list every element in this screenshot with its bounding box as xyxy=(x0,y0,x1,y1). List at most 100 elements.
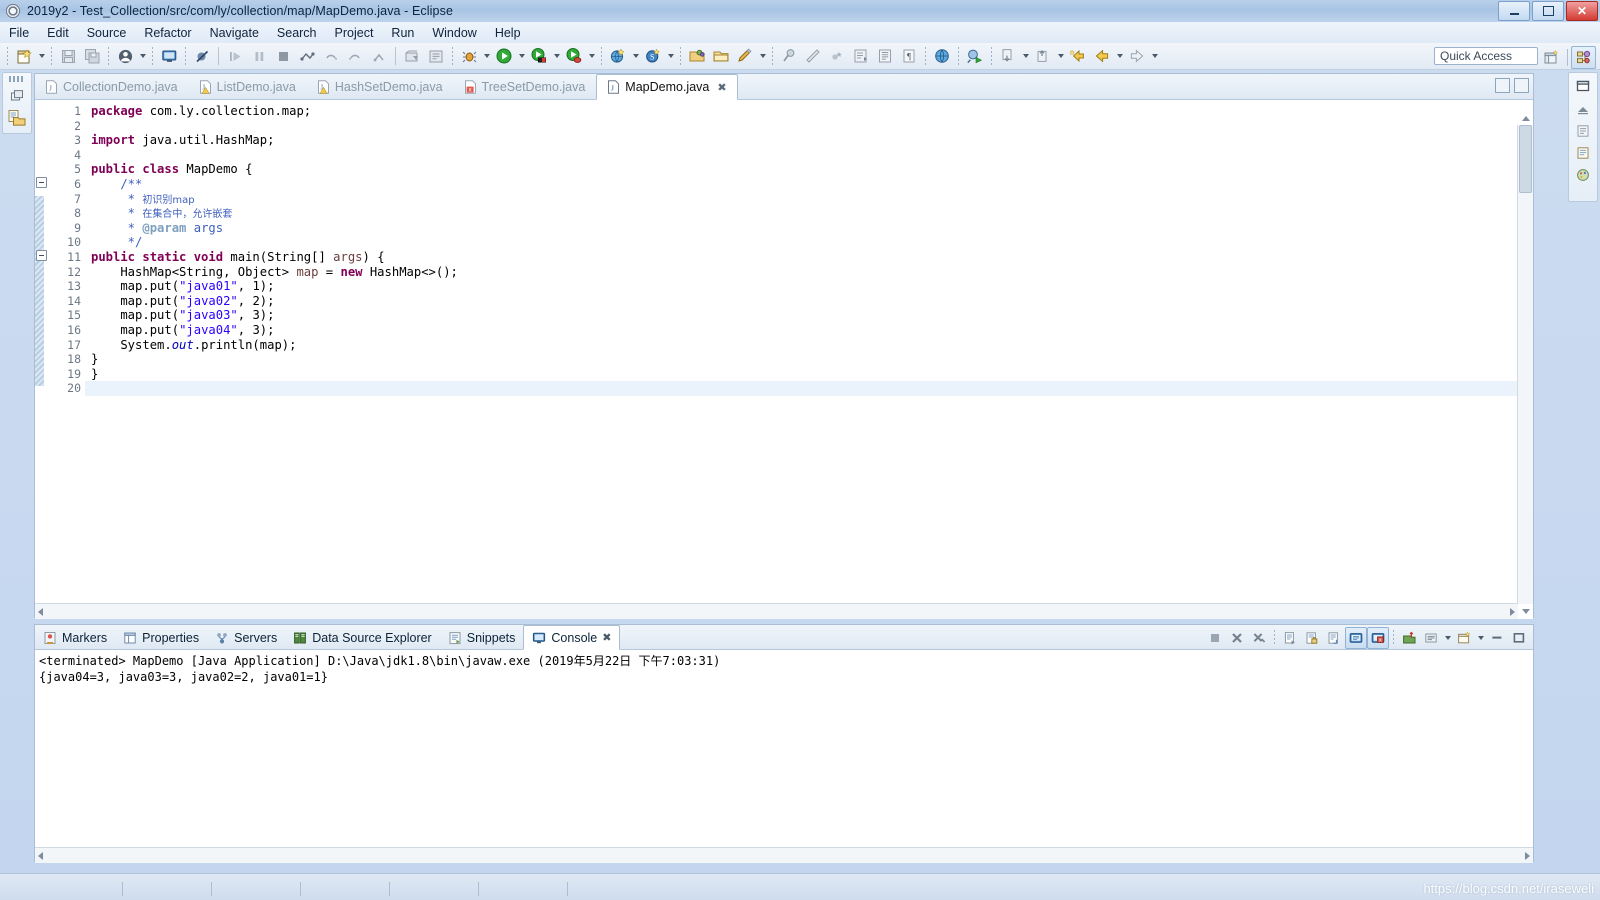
terminate-icon[interactable] xyxy=(1204,627,1226,649)
templates-view-icon[interactable] xyxy=(1572,142,1594,164)
display-selected-console-arrow-icon[interactable] xyxy=(1442,628,1453,649)
step-return-icon[interactable] xyxy=(343,45,367,68)
quick-access-input[interactable]: Quick Access xyxy=(1434,47,1538,65)
panel-tab-properties[interactable]: Properties xyxy=(115,626,207,649)
new-web-project-icon[interactable] xyxy=(606,45,630,68)
editor-tab-mapdemo[interactable]: J MapDemo.java ✖ xyxy=(596,74,738,100)
code-line[interactable]: /** xyxy=(85,177,1533,192)
show-whitespace-icon[interactable] xyxy=(873,45,897,68)
word-wrap-icon[interactable] xyxy=(1323,627,1345,649)
editor-horizontal-scrollbar[interactable] xyxy=(35,603,1518,619)
code-line[interactable]: HashMap<String, Object> map = new HashMa… xyxy=(85,265,1533,280)
new-wizard-dropdown-icon[interactable] xyxy=(36,46,47,67)
code-line[interactable]: * 初识别map xyxy=(85,192,1533,207)
editor-tab-listdemo[interactable]: J ListDemo.java xyxy=(189,75,307,99)
scroll-right-icon[interactable] xyxy=(1525,852,1530,860)
restore-view-icon[interactable] xyxy=(6,85,28,107)
terminate-icon[interactable] xyxy=(271,45,295,68)
close-button[interactable]: ✕ xyxy=(1566,1,1598,21)
back-dropdown-icon[interactable] xyxy=(1114,46,1125,67)
menu-search[interactable]: Search xyxy=(268,24,326,42)
forward-icon[interactable] xyxy=(1125,45,1149,68)
open-browser-icon[interactable] xyxy=(930,45,954,68)
edit-marker-icon[interactable] xyxy=(733,45,757,68)
run-coverage-icon[interactable] xyxy=(527,45,551,68)
step-return-alt-icon[interactable] xyxy=(367,45,391,68)
palette-view-icon[interactable] xyxy=(1572,164,1594,186)
code-line[interactable]: import java.util.HashMap; xyxy=(85,133,1533,148)
new-wizard-icon[interactable] xyxy=(12,45,36,68)
user-account-icon[interactable] xyxy=(113,45,137,68)
code-line[interactable]: } xyxy=(85,352,1533,367)
code-line[interactable]: public static void main(String[] args) { xyxy=(85,250,1533,265)
block-selection-icon[interactable] xyxy=(849,45,873,68)
new-web-project-dropdown-icon[interactable] xyxy=(630,46,641,67)
java-perspective-icon[interactable] xyxy=(1571,46,1596,69)
pin-icon[interactable] xyxy=(777,45,801,68)
save-all-icon[interactable] xyxy=(80,45,104,68)
code-line[interactable]: package com.ly.collection.map; xyxy=(85,104,1533,119)
code-line[interactable]: map.put("java03", 3); xyxy=(85,308,1533,323)
panel-tab-servers[interactable]: Servers xyxy=(207,626,285,649)
resume-icon[interactable] xyxy=(223,45,247,68)
menu-edit[interactable]: Edit xyxy=(38,24,78,42)
menu-refactor[interactable]: Refactor xyxy=(135,24,200,42)
editor-vertical-scrollbar[interactable] xyxy=(1517,115,1533,614)
user-account-dropdown-icon[interactable] xyxy=(137,46,148,67)
package-explorer-icon[interactable] xyxy=(6,107,28,129)
debug-dropdown-icon[interactable] xyxy=(481,46,492,67)
outline-view-icon[interactable] xyxy=(1572,98,1594,120)
close-icon[interactable]: ✖ xyxy=(717,81,726,94)
code-line[interactable]: * 在集合中，允许嵌套 xyxy=(85,206,1533,221)
next-annotation-icon[interactable] xyxy=(1031,45,1055,68)
console-output-area[interactable]: <terminated> MapDemo [Java Application] … xyxy=(35,650,1533,863)
panel-tab-snippets[interactable]: Snippets xyxy=(440,626,524,649)
maximize-button[interactable] xyxy=(1532,1,1564,21)
editor-tab-hashsetdemo[interactable]: J HashSetDemo.java xyxy=(307,75,454,99)
code-line[interactable] xyxy=(85,148,1533,163)
scroll-left-icon[interactable] xyxy=(38,852,43,860)
run-icon[interactable] xyxy=(492,45,516,68)
scroll-up-icon[interactable] xyxy=(1518,111,1533,125)
maximize-panel-icon[interactable] xyxy=(1508,627,1530,649)
run-last-tool-icon[interactable] xyxy=(963,45,987,68)
code-line[interactable]: map.put("java02", 2); xyxy=(85,294,1533,309)
code-line[interactable] xyxy=(85,119,1533,134)
open-console-arrow-icon[interactable] xyxy=(1475,628,1486,649)
fold-marker-line6[interactable] xyxy=(36,177,47,188)
edit-marker-dropdown-icon[interactable] xyxy=(757,46,768,67)
minimize-panel-icon[interactable] xyxy=(1486,627,1508,649)
next-annotation-dropdown-icon[interactable] xyxy=(1055,46,1066,67)
menu-project[interactable]: Project xyxy=(326,24,383,42)
open-console-icon[interactable] xyxy=(1453,627,1475,649)
back-icon[interactable] xyxy=(1090,45,1114,68)
close-icon[interactable]: ✖ xyxy=(602,631,611,644)
show-console-on-output-icon[interactable] xyxy=(1345,627,1367,649)
show-console-on-error-icon[interactable]: x xyxy=(1367,627,1389,649)
menu-run[interactable]: Run xyxy=(382,24,423,42)
search-scope-icon[interactable]: S xyxy=(641,45,665,68)
search-scope-dropdown-icon[interactable] xyxy=(665,46,676,67)
run-coverage-dropdown-icon[interactable] xyxy=(551,46,562,67)
open-perspective-icon[interactable] xyxy=(1539,46,1564,69)
pin-console-icon[interactable] xyxy=(1398,627,1420,649)
minimize-button[interactable] xyxy=(1498,1,1530,21)
code-line[interactable]: */ xyxy=(85,235,1533,250)
maximize-editor-icon[interactable] xyxy=(1514,78,1529,93)
remove-all-terminated-icon[interactable] xyxy=(1248,627,1270,649)
menu-source[interactable]: Source xyxy=(78,24,136,42)
clear-console-icon[interactable] xyxy=(1279,627,1301,649)
external-tools-dropdown-icon[interactable] xyxy=(586,46,597,67)
previous-annotation-icon[interactable] xyxy=(996,45,1020,68)
new-java-package-icon[interactable] xyxy=(424,45,448,68)
folding-ruler[interactable] xyxy=(35,100,47,619)
code-line[interactable]: * @param args xyxy=(85,221,1533,236)
scroll-right-icon[interactable] xyxy=(1510,608,1515,616)
menu-window[interactable]: Window xyxy=(423,24,485,42)
scroll-left-icon[interactable] xyxy=(38,608,43,616)
open-type-icon[interactable] xyxy=(685,45,709,68)
paragraph-icon[interactable]: ¶ xyxy=(897,45,921,68)
editor-tab-treesetdemo[interactable]: x TreeSetDemo.java xyxy=(454,75,597,99)
previous-annotation-dropdown-icon[interactable] xyxy=(1020,46,1031,67)
code-line[interactable]: public class MapDemo { xyxy=(85,162,1533,177)
